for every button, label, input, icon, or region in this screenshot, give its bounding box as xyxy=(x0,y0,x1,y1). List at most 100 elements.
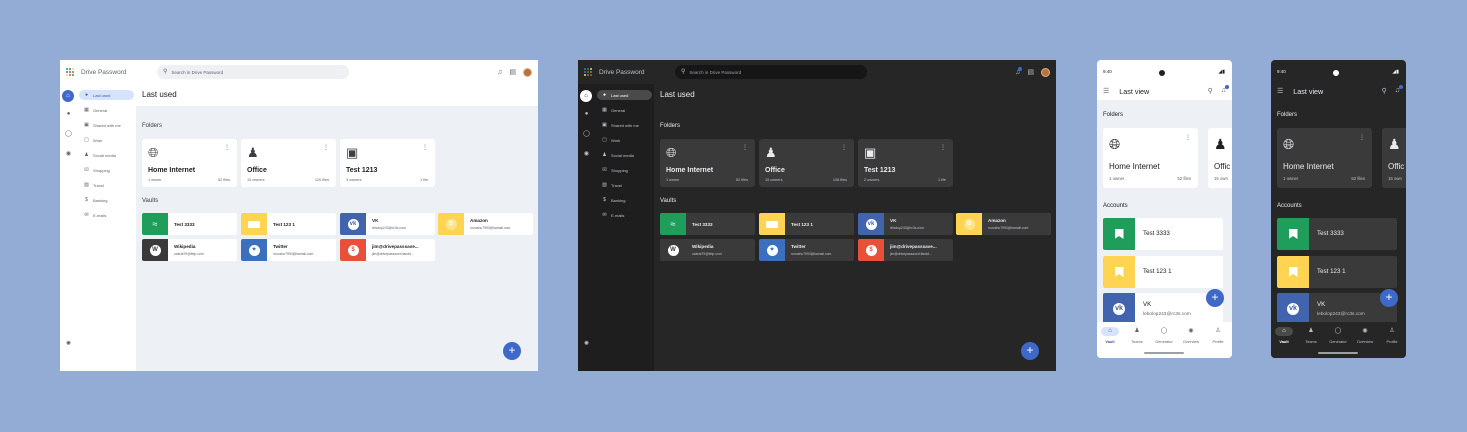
nav-generator[interactable]: ◯ Generator xyxy=(1326,327,1350,344)
nav-item-banking[interactable]: $ Banking xyxy=(597,195,652,205)
vault-card[interactable]: Test 123 1 xyxy=(241,213,336,235)
nav-item-general[interactable]: ▦ General xyxy=(79,105,134,115)
folder-card[interactable]: ♟ ⋮ Office 15 owners 120 files xyxy=(241,139,336,187)
nav-item-emails[interactable]: ✉ E-mails xyxy=(79,210,134,220)
people-icon[interactable]: ● xyxy=(64,110,73,119)
vault-card[interactable]: B Amazon nurushu7993@kamail.com xyxy=(438,213,533,235)
nav-item-shared[interactable]: ▣ Shared with me xyxy=(597,120,652,130)
menu-icon[interactable]: ☰ xyxy=(1277,88,1283,95)
folder-card[interactable]: ▣ ⋮ Test 1213 2 owners 1 file xyxy=(858,139,953,187)
vault-card[interactable]: ≈ Test 3333 xyxy=(142,213,237,235)
vault-card[interactable]: vk VK lebolop243@rc3s.com xyxy=(858,213,953,235)
vault-card[interactable]: W Wikipedia uakrat79@firtp.com xyxy=(660,239,755,261)
vault-card[interactable]: ✦ Twitter nurushu7993@kamail.com xyxy=(241,239,336,261)
shield-icon[interactable]: ◯ xyxy=(64,130,73,139)
feedback-icon[interactable]: ▤ xyxy=(509,69,516,76)
folder-card[interactable]: ♟ Offic 15 own xyxy=(1382,128,1406,188)
nav-overview[interactable]: ◉ Overview xyxy=(1353,327,1377,344)
more-icon[interactable]: ⋮ xyxy=(1359,134,1365,141)
people-icon[interactable]: ● xyxy=(582,110,591,119)
nav-item-social[interactable]: ♟ Social media xyxy=(79,150,134,160)
vault-card[interactable]: $ jim@drivepasssave... jim@drivepassword.f… xyxy=(340,239,435,261)
folder-card[interactable]: 🌐︎ ⋮ Home Internet 1 owner 52 files xyxy=(660,139,755,187)
more-icon[interactable]: ⋮ xyxy=(323,144,329,151)
nav-overview[interactable]: ◉ Overview xyxy=(1179,327,1203,344)
nav-item-emails[interactable]: ✉ E-mails xyxy=(597,210,652,220)
account-card[interactable]: Test 3333 xyxy=(1103,218,1223,250)
folder-card[interactable]: ♟ ⋮ Office 15 owners 108 files xyxy=(759,139,854,187)
nav-item-shopping[interactable]: ☒ Shopping xyxy=(597,165,652,175)
account-card[interactable]: Test 3333 xyxy=(1277,218,1397,250)
nav-item-social[interactable]: ♟ Social media xyxy=(597,150,652,160)
account-card[interactable]: Test 123 1 xyxy=(1103,256,1223,288)
nav-item-shopping[interactable]: ☒ Shopping xyxy=(79,165,134,175)
more-icon[interactable]: ⋮ xyxy=(224,144,230,151)
folder-card[interactable]: 🌐︎ ⋮ Home Internet 1 owner 52 files xyxy=(1277,128,1372,188)
nav-profile[interactable]: ♙ Profile xyxy=(1380,327,1404,344)
more-icon[interactable]: ⋮ xyxy=(841,144,847,151)
eye-icon[interactable]: ◉ xyxy=(582,150,591,159)
nav-item-last-used[interactable]: ● Last used xyxy=(597,90,652,100)
settings-icon[interactable]: ✺ xyxy=(582,340,591,349)
bell-icon[interactable]: ♫ xyxy=(497,69,502,76)
folder-card[interactable]: 🌐︎ ⋮ Home Internet 1 owner 52 files xyxy=(1103,128,1198,188)
nav-item-general[interactable]: ▦ General xyxy=(597,105,652,115)
account-card[interactable]: vk VK lebolop243@rc3s.com xyxy=(1277,293,1397,322)
account-card[interactable]: Test 123 1 xyxy=(1277,256,1397,288)
search-icon[interactable]: ⚲ xyxy=(1382,87,1387,95)
nav-vault[interactable]: ⌂ Vault xyxy=(1272,327,1296,344)
search-input[interactable]: ⚲ Search in Drive Password xyxy=(157,65,349,79)
nav-item-banking[interactable]: $ Banking xyxy=(79,195,134,205)
nav-vault[interactable]: ⌂ Vault xyxy=(1098,327,1122,344)
vault-card[interactable]: ≈ Test 3333 xyxy=(660,213,755,235)
nav-label: Shopping xyxy=(93,167,110,173)
bell-icon[interactable]: ♫ xyxy=(1015,66,1023,76)
avatar[interactable] xyxy=(1041,67,1050,77)
vault-card[interactable]: $ jim@drivepasssave... jim@drivepassword.f… xyxy=(858,239,953,261)
vault-card[interactable]: ✦ Twitter nurushu7993@kamail.com xyxy=(759,239,854,261)
nav-item-work[interactable]: ▢ Work xyxy=(79,135,134,145)
vault-card[interactable]: Test 123 1 xyxy=(759,213,854,235)
search-icon[interactable]: ⚲ xyxy=(1208,87,1213,95)
bell-icon[interactable]: ♫ xyxy=(1395,85,1403,95)
add-button[interactable]: + xyxy=(1021,342,1039,360)
folder-card[interactable]: ♟ Offic 15 own xyxy=(1208,128,1232,188)
add-button[interactable]: + xyxy=(503,342,521,360)
nav-item-work[interactable]: ▢ Work xyxy=(597,135,652,145)
folder-card[interactable]: ▣ ⋮ Test 1213 3 owners 1 file xyxy=(340,139,435,187)
nav-item-travel[interactable]: ▨ Travel xyxy=(79,180,134,190)
vaults-label: Vaults xyxy=(142,198,159,204)
folder-card[interactable]: 🌐︎ ⋮ Home Internet 1 owner 52 files xyxy=(142,139,237,187)
vault-card[interactable]: W Wikipedia uakrat79@firtp.com xyxy=(142,239,237,261)
add-button[interactable]: + xyxy=(1206,289,1224,307)
avatar[interactable] xyxy=(523,67,532,77)
more-icon[interactable]: ⋮ xyxy=(742,144,748,151)
feedback-icon[interactable]: ▤ xyxy=(1027,69,1034,76)
clock-icon: ● xyxy=(84,92,89,98)
nav-teams[interactable]: ♟ Teams xyxy=(1299,327,1323,344)
account-card[interactable]: vk VK lebolop243@rc3s.com xyxy=(1103,293,1223,322)
people-icon: ♟ xyxy=(247,145,259,160)
eye-icon[interactable]: ◉ xyxy=(64,150,73,159)
more-icon[interactable]: ⋮ xyxy=(422,144,428,151)
vault-card[interactable]: B Amazon nurushu7993@kamail.com xyxy=(956,213,1051,235)
more-icon[interactable]: ⋮ xyxy=(940,144,946,151)
nav-generator[interactable]: ◯ Generator xyxy=(1152,327,1176,344)
nav-item-shared[interactable]: ▣ Shared with me xyxy=(79,120,134,130)
people-icon: ♟ xyxy=(1214,136,1227,152)
home-icon[interactable]: ⌂ xyxy=(580,90,592,102)
vault-name: Test 3333 xyxy=(174,222,195,227)
home-icon[interactable]: ⌂ xyxy=(62,90,74,102)
nav-profile[interactable]: ♙ Profile xyxy=(1206,327,1230,344)
nav-item-last-used[interactable]: ● Last used xyxy=(79,90,134,100)
nav-teams[interactable]: ♟ Teams xyxy=(1125,327,1149,344)
vault-card[interactable]: vk VK lebolop243@rc3s.com xyxy=(340,213,435,235)
more-icon[interactable]: ⋮ xyxy=(1185,134,1191,141)
search-input[interactable]: ⚲ Search in Drive Password xyxy=(675,65,867,79)
bell-icon[interactable]: ♫ xyxy=(1221,85,1229,95)
menu-icon[interactable]: ☰ xyxy=(1103,88,1109,95)
nav-item-travel[interactable]: ▨ Travel xyxy=(597,180,652,190)
add-button[interactable]: + xyxy=(1380,289,1398,307)
settings-icon[interactable]: ✺ xyxy=(64,340,73,349)
shield-icon[interactable]: ◯ xyxy=(582,130,591,139)
